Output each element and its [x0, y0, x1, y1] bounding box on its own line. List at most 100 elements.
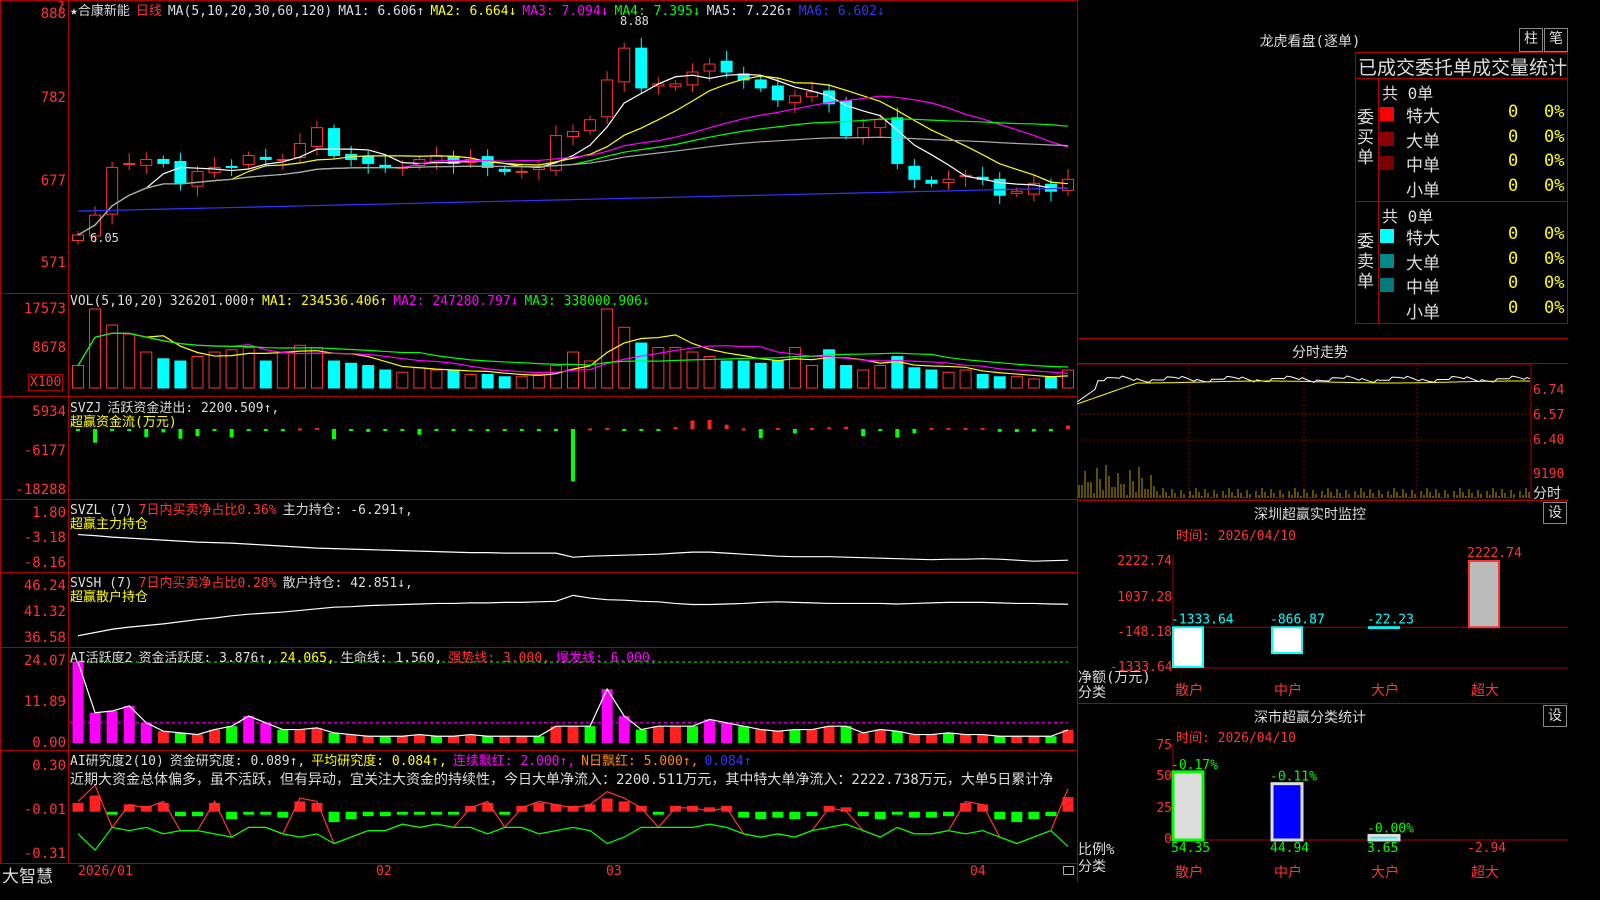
svzj-bar: [1014, 429, 1019, 433]
color-swatch: [1380, 131, 1394, 146]
ss-category-label: 中户: [1274, 864, 1302, 881]
lock-icon[interactable]: [1063, 866, 1074, 875]
ai-activity-bar: [379, 736, 391, 743]
svsh-main: 散户持仓: 42.851↓,: [282, 576, 413, 591]
brand-logo[interactable]: 大智慧: [2, 862, 53, 887]
sz-monitor-chart[interactable]: -1333.64 散户 -866.87 中户 -22.23 大户 2222.74 超大: [1077, 500, 1568, 703]
ai-research-bar: [1028, 811, 1040, 820]
ai2-axis-mid: -0.01: [23, 802, 66, 818]
svzj-bar: [741, 428, 746, 431]
svzl-sub: 超赢主力持仓: [70, 517, 149, 532]
row-name: 中单: [1406, 278, 1440, 298]
color-swatch: [1380, 229, 1394, 243]
ai-activity-bar: [482, 736, 494, 743]
row-percent: 0%: [1544, 297, 1565, 318]
ai-activity-bar: [721, 722, 733, 743]
row-name: 小单: [1406, 180, 1440, 201]
ai2-note: 近期大资金总体偏多，虽不活跃，但有异动，宜关注大资金的持续性，今日大单净流入：2…: [70, 772, 1054, 788]
sz-bar-label: -866.87: [1270, 612, 1325, 627]
ai-activity-bar: [430, 736, 442, 743]
price-axis-888: 888: [40, 6, 66, 22]
ma-params: MA(5,10,20,30,60,120): [167, 4, 333, 19]
candle-body: [942, 178, 955, 183]
volume-bar: [857, 369, 870, 389]
ai-activity-bar: [396, 736, 408, 743]
ai-activity-bar: [994, 736, 1006, 743]
svzl-main: 主力持仓: -6.291↑,: [282, 503, 413, 518]
svzj-bar: [314, 427, 319, 430]
color-swatch: [1380, 278, 1394, 292]
ai-activity-peak: [123, 705, 135, 723]
ai-activity-bar: [840, 726, 852, 743]
ma5-line: [77, 73, 1068, 236]
ss-bar: [1171, 770, 1205, 842]
ma3-value: MA3: 7.094↓: [522, 4, 609, 19]
svzj-bar: [690, 420, 695, 429]
ai-research-bar: [772, 811, 784, 818]
ai-activity-bar: [311, 727, 323, 743]
candle-body: [891, 117, 904, 164]
row-name: 大单: [1406, 253, 1440, 274]
candle-body: [1010, 190, 1023, 194]
volume-bar: [379, 369, 392, 389]
svzj-bar: [571, 429, 575, 482]
ai-research-bar: [396, 811, 408, 815]
sz-category-label: 散户: [1175, 682, 1203, 699]
volume-bar: [140, 351, 153, 389]
bar-view-button[interactable]: 柱: [1519, 28, 1543, 52]
candle-body: [618, 47, 631, 83]
ma60-line: [77, 136, 1069, 236]
ai1-d2: 24.065,: [279, 651, 335, 666]
sell-row: 特大 0 0%: [1380, 224, 1568, 249]
ai-research-bar: [89, 795, 101, 812]
row-name: 特大: [1406, 229, 1440, 249]
sell-row: 大单 0 0%: [1380, 248, 1568, 274]
candle-body: [328, 128, 341, 156]
ai-activity-bar: [874, 729, 886, 743]
row-count: 0: [1508, 297, 1519, 318]
ai-activity-bar: [140, 722, 152, 743]
tick-view-button[interactable]: 笔: [1544, 28, 1568, 52]
vol-label: VOL(5,10,20): [70, 294, 164, 309]
ai-activity-peak: [72, 662, 84, 723]
ai-research-bar: [277, 811, 289, 818]
svzj-bar: [878, 429, 883, 431]
ai-activity-bar: [260, 722, 272, 743]
row-percent: 0%: [1544, 224, 1565, 244]
row-count: 0: [1508, 248, 1519, 269]
ai2-d4: N日飘红: 5.000↑,: [581, 754, 699, 769]
ai-research-bar: [925, 811, 937, 818]
volume-bar: [515, 376, 528, 389]
row-count: 0: [1508, 126, 1519, 147]
ma2-value: MA2: 6.664↓: [430, 4, 517, 19]
svzj-bar: [912, 429, 917, 434]
vol-axis-mid: 8678: [32, 340, 66, 356]
volume-bar: [498, 376, 511, 389]
ss-bar-top-label: -0.00%: [1367, 821, 1414, 836]
volume-bar: [874, 365, 887, 389]
volume-bar: [618, 326, 631, 389]
ai-research-bar: [1045, 811, 1057, 817]
ma1-value: MA1: 6.606↑: [338, 4, 425, 19]
period-label[interactable]: 日线: [136, 4, 162, 19]
ai2-d2: 平均研究度: 0.084↑,: [311, 754, 447, 769]
intraday-chart[interactable]: [1077, 364, 1568, 500]
ai-activity-bar: [243, 722, 255, 743]
ss-category-chart[interactable]: -0.17% 54.35 散户 -0.11% 44.94 中户 -0.00% 3.65 大户 -2…: [1077, 703, 1568, 882]
svzj-bar: [861, 429, 866, 437]
candle-body: [584, 119, 597, 132]
ai1-label: AI活跃度2: [70, 651, 133, 666]
price-axis-782: 782: [40, 90, 66, 106]
candle-body: [567, 131, 579, 138]
ai2-label: AI研究度2(10): [70, 754, 164, 769]
volume-bar: [1044, 376, 1057, 389]
ai-activity-bar: [448, 736, 460, 743]
stock-name[interactable]: ★合康新能: [70, 4, 130, 19]
svzj-bar: [178, 429, 183, 439]
ai-activity-bar: [209, 729, 221, 743]
candle-body: [191, 170, 204, 187]
volume-bar: [993, 376, 1006, 389]
svzj-bar: [349, 429, 354, 431]
volume-bar: [720, 360, 733, 389]
low-price-mark: 6.05: [90, 231, 119, 245]
